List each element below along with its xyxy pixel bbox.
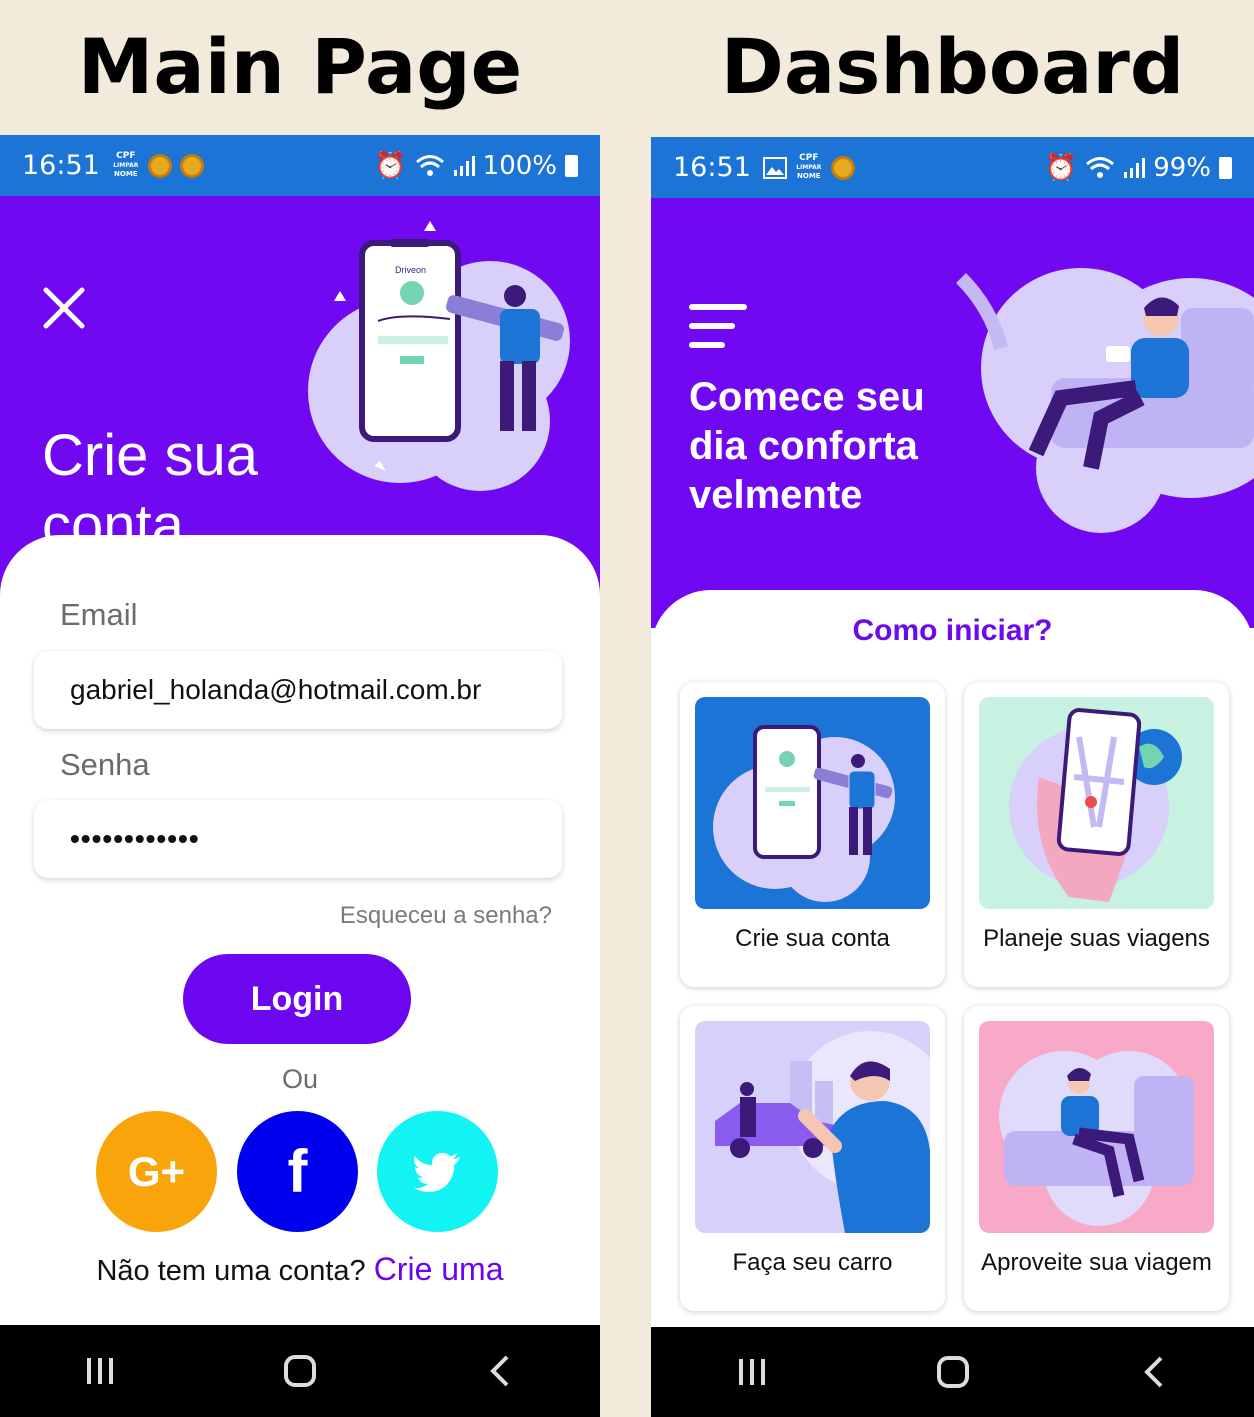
back-button[interactable] — [470, 1341, 530, 1401]
twitter-icon — [413, 1152, 460, 1192]
menu-icon[interactable] — [689, 304, 747, 348]
hero-banner: Comece seu dia conforta velmente — [651, 198, 1254, 628]
google-login-button[interactable]: G+ — [96, 1111, 217, 1232]
twitter-login-button[interactable] — [377, 1111, 498, 1232]
main-page-heading: Main Page — [77, 22, 523, 111]
tile-label: Crie sua conta — [735, 925, 890, 952]
back-button[interactable] — [1124, 1342, 1184, 1402]
status-time: 16:51 — [673, 152, 751, 183]
tile-create-account[interactable]: Crie sua conta — [680, 682, 945, 987]
cpf-notification-icon: CPF LIMPAR NOME — [796, 153, 822, 181]
battery-percent: 100% — [482, 150, 557, 181]
facebook-login-button[interactable]: f — [237, 1111, 358, 1232]
signal-icon — [1124, 157, 1146, 178]
alarm-icon: ⏰ — [374, 150, 407, 181]
signup-prompt: Não tem uma conta? Crie uma — [0, 1251, 600, 1288]
hero-title: Comece seu dia conforta velmente — [689, 375, 925, 517]
home-icon — [936, 1356, 969, 1388]
signup-text: Não tem uma conta? — [96, 1255, 366, 1287]
signal-icon — [453, 155, 475, 176]
or-separator: Ou — [281, 1064, 319, 1094]
back-icon — [1143, 1356, 1162, 1388]
home-button[interactable] — [270, 1341, 330, 1401]
tile-image — [695, 1021, 930, 1233]
tile-enjoy-trip[interactable]: Aproveite sua viagem — [964, 1006, 1229, 1311]
password-label: Senha — [60, 747, 150, 782]
cpf-notification-icon: CPF LIMPAR NOME — [113, 151, 139, 179]
tile-plan-trips[interactable]: Planeje suas viagens — [964, 682, 1229, 987]
tile-label: Faça seu carro — [732, 1249, 893, 1276]
tile-book-car[interactable]: Faça seu carro — [680, 1006, 945, 1311]
home-button[interactable] — [923, 1342, 983, 1402]
tile-label: Aproveite sua viagem — [981, 1249, 1212, 1276]
status-time: 16:51 — [22, 150, 100, 181]
tile-label: Planeje suas viagens — [983, 925, 1210, 952]
create-account-illustration — [713, 725, 895, 902]
dashboard-phone: 16:51 CPF LIMPAR NOME ⏰ 99% Comece seu dia… — [651, 137, 1254, 1417]
home-icon — [284, 1355, 316, 1387]
android-nav-bar — [0, 1325, 600, 1417]
relaxing-ride-illustration — [955, 268, 1254, 533]
email-field[interactable]: gabriel_holanda@hotmail.com.br — [34, 651, 562, 729]
login-button[interactable]: Login — [183, 954, 411, 1044]
enjoy-trip-illustration — [999, 1051, 1194, 1226]
wifi-icon — [1086, 156, 1115, 178]
back-icon — [490, 1355, 509, 1387]
forgot-password-link[interactable]: Esqueceu a senha? — [340, 902, 552, 930]
book-car-illustration — [715, 1031, 930, 1233]
recent-apps-button[interactable] — [70, 1341, 130, 1401]
wifi-icon — [415, 154, 444, 176]
coin-notification-icon — [147, 153, 172, 178]
dashboard-heading: Dashboard — [720, 22, 1185, 111]
facebook-icon: f — [287, 1138, 308, 1205]
android-nav-bar — [651, 1327, 1254, 1417]
section-title: Como iniciar? — [852, 614, 1053, 647]
signup-link[interactable]: Crie uma — [374, 1251, 504, 1287]
recent-apps-icon — [738, 1359, 765, 1385]
tile-image — [695, 697, 930, 909]
alarm-icon: ⏰ — [1044, 152, 1078, 183]
google-icon: G+ — [127, 1147, 186, 1195]
battery-percent: 99% — [1153, 152, 1211, 183]
recent-apps-button[interactable] — [722, 1342, 782, 1402]
illustration-brand: Driveon — [395, 265, 426, 275]
coin-notification-icon — [179, 153, 204, 178]
tile-image — [979, 1021, 1214, 1233]
main-page-phone: 16:51 CPF LIMPAR NOME ⏰ 100% Crie sua cont… — [0, 135, 600, 1417]
create-account-illustration: Driveon — [308, 221, 570, 491]
battery-icon — [565, 154, 578, 177]
email-label: Email — [60, 597, 138, 632]
status-bar: 16:51 CPF LIMPAR NOME ⏰ 99% — [651, 137, 1254, 198]
status-bar: 16:51 CPF LIMPAR NOME ⏰ 100% — [0, 135, 600, 196]
password-field[interactable]: •••••••••••• — [34, 800, 562, 878]
gallery-icon — [762, 156, 787, 179]
battery-icon — [1219, 156, 1232, 179]
coin-notification-icon — [830, 155, 855, 180]
close-icon[interactable] — [42, 286, 86, 330]
recent-apps-icon — [87, 1358, 113, 1384]
tile-image — [979, 697, 1214, 909]
map-planning-illustration — [1009, 708, 1182, 902]
